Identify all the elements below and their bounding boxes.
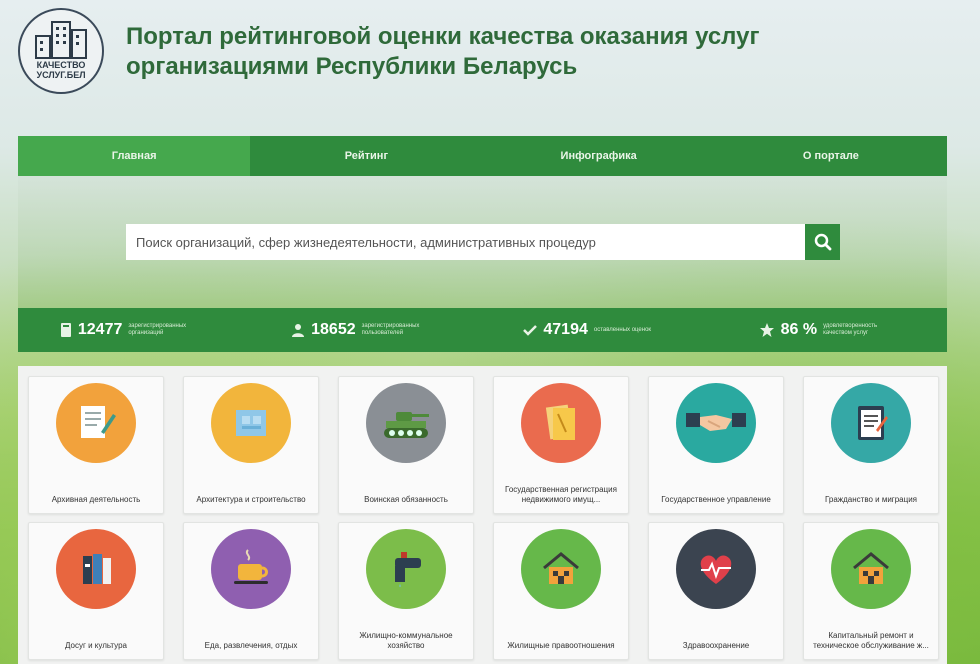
stat-value: 12477: [77, 321, 123, 338]
stat-value: 86 %: [780, 321, 818, 338]
building-icon: [60, 323, 71, 337]
site-logo[interactable]: КАЧЕСТВО УСЛУГ.БЕЛ: [18, 8, 104, 94]
search-input[interactable]: Поиск организаций, сфер жизнедеятельност…: [126, 224, 805, 260]
category-label: Жилищные правоотношения: [507, 641, 615, 650]
category-label: Гражданство и миграция: [824, 495, 918, 504]
category-label: Здравоохранение: [682, 641, 750, 650]
nav-about[interactable]: О портале: [715, 136, 947, 176]
check-icon: [523, 325, 538, 336]
category-card-government[interactable]: Государственное управление: [648, 376, 784, 514]
search-icon: [814, 233, 831, 251]
stat-label: зарегистрированных организаций: [128, 323, 187, 336]
stat-users: 18652 зарегистрированных пользователей: [250, 321, 482, 339]
stat-label: оставленных оценок: [593, 326, 652, 333]
nav-infographics[interactable]: Инфографика: [483, 136, 715, 176]
faucet-icon: [366, 529, 446, 609]
stat-satisfaction: 86 % удовлетворенность качеством услуг: [715, 321, 947, 339]
logo-line2: УСЛУГ.БЕЛ: [36, 70, 86, 80]
category-card-registration[interactable]: Государственная регистрация недвижимого …: [493, 376, 629, 514]
search-bar: Поиск организаций, сфер жизнедеятельност…: [126, 224, 840, 260]
category-label: Капитальный ремонт и техническое обслужи…: [813, 631, 929, 650]
search-hero: Поиск организаций, сфер жизнедеятельност…: [18, 176, 947, 308]
coffee-icon: [211, 529, 291, 609]
architecture-icon: [211, 383, 291, 463]
category-card-housing[interactable]: Жилищные правоотношения: [493, 522, 629, 660]
user-icon: [292, 324, 305, 337]
house-icon: [831, 529, 911, 609]
category-label: Еда, развлечения, отдых: [204, 641, 298, 650]
category-card-citizenship[interactable]: Гражданство и миграция: [803, 376, 939, 514]
stat-label: зарегистрированных пользователей: [361, 323, 420, 336]
category-card-architecture[interactable]: Архитектура и строительство: [183, 376, 319, 514]
search-button[interactable]: [805, 224, 840, 260]
handshake-icon: [676, 383, 756, 463]
category-card-utilities[interactable]: Жилищно-коммунальное хозяйство: [338, 522, 474, 660]
archive-icon: [56, 383, 136, 463]
stat-value: 47194: [543, 321, 588, 338]
main-panel: Главная Рейтинг Инфографика О портале По…: [18, 136, 947, 352]
stat-label: удовлетворенность качеством услуг: [823, 323, 878, 336]
nav-rating[interactable]: Рейтинг: [250, 136, 482, 176]
stat-organizations: 12477 зарегистрированных организаций: [18, 321, 250, 339]
main-nav: Главная Рейтинг Инфографика О портале: [18, 136, 947, 176]
site-title: Портал рейтинговой оценки качества оказа…: [126, 23, 760, 80]
category-label: Архитектура и строительство: [196, 495, 306, 504]
category-grid: Архивная деятельность Архитектура и стро…: [18, 366, 947, 664]
clipboard-icon: [831, 383, 911, 463]
nav-home[interactable]: Главная: [18, 136, 251, 176]
category-card-culture[interactable]: Досуг и культура: [28, 522, 164, 660]
category-label: Воинская обязанность: [364, 495, 448, 504]
category-label: Государственное управление: [661, 495, 771, 504]
house-icon: [521, 529, 601, 609]
category-label: Жилищно-коммунальное хозяйство: [359, 631, 453, 650]
category-card-health[interactable]: Здравоохранение: [648, 522, 784, 660]
stat-ratings: 47194 оставленных оценок: [483, 321, 715, 339]
tank-icon: [366, 383, 446, 463]
logo-line1: КАЧЕСТВО: [36, 60, 86, 70]
stat-value: 18652: [311, 321, 356, 338]
star-icon: [759, 323, 774, 337]
heart-icon: [676, 529, 756, 609]
category-label: Архивная деятельность: [51, 495, 141, 504]
category-card-food[interactable]: Еда, развлечения, отдых: [183, 522, 319, 660]
stats-bar: 12477 зарегистрированных организаций 186…: [18, 308, 947, 352]
category-card-military[interactable]: Воинская обязанность: [338, 376, 474, 514]
category-card-repair[interactable]: Капитальный ремонт и техническое обслужи…: [803, 522, 939, 660]
category-label: Государственная регистрация недвижимого …: [505, 485, 617, 504]
documents-icon: [521, 383, 601, 463]
category-card-archive[interactable]: Архивная деятельность: [28, 376, 164, 514]
category-label: Досуг и культура: [65, 641, 127, 650]
buildings-icon: [35, 21, 87, 59]
books-icon: [56, 529, 136, 609]
